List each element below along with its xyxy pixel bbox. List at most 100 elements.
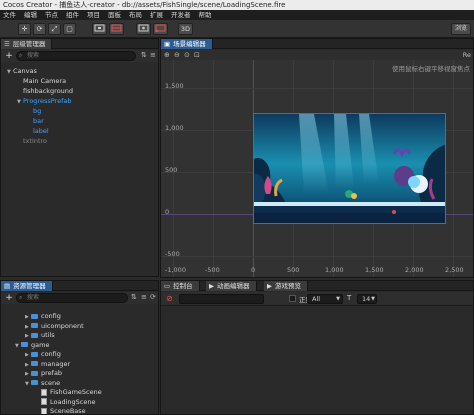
scene-file-icon (41, 398, 47, 405)
hierarchy-search-input[interactable]: ⌕ 搜索 (16, 51, 136, 61)
assets-icon: ▤ (4, 282, 11, 290)
asset-item[interactable]: ▼ game (15, 341, 49, 350)
hierarchy-node[interactable]: fishbackground (17, 87, 73, 95)
mode-3d-button[interactable]: 3D (178, 23, 193, 35)
tab-scene[interactable]: ▣ 场景编辑器 (161, 39, 213, 49)
add-node-button[interactable]: + (4, 51, 14, 61)
folder-icon (31, 323, 38, 328)
zoom-reset-icon[interactable]: ⊙ (184, 51, 190, 59)
search-icon: ⌕ (19, 52, 23, 59)
x-label-2000: 2,000 (405, 266, 424, 274)
tab-preview-label: 游戏预览 (275, 282, 301, 290)
global-local-button[interactable] (109, 23, 124, 35)
sort-icon[interactable]: ⇅ (131, 293, 137, 301)
hierarchy-node[interactable]: label (27, 127, 49, 135)
cocos-creator-window: Cocos Creator - 捕鱼达人-creator - db://asse… (0, 0, 474, 415)
hierarchy-node[interactable]: bar (27, 117, 44, 125)
asset-item[interactable]: ▼ scene (25, 379, 60, 388)
canvas-preview[interactable] (253, 113, 446, 224)
hierarchy-node[interactable]: ▼ Canvas (7, 67, 37, 76)
console-toolbar: ⊘ 正则 All ▼ T 14 ▼ (161, 292, 473, 306)
menu-item-3[interactable]: 组件 (66, 10, 79, 20)
menu-item-6[interactable]: 布局 (129, 10, 142, 20)
hierarchy-node-label: fishbackground (23, 87, 74, 95)
menu-item-7[interactable]: 扩展 (150, 10, 163, 20)
add-asset-button[interactable]: + (4, 293, 14, 303)
scene-file-icon (41, 407, 47, 414)
asset-item-label: game (31, 340, 50, 349)
refresh-icon[interactable]: ⟳ (150, 293, 156, 301)
hierarchy-node[interactable]: bg (27, 107, 41, 115)
menu-item-8[interactable]: 开发者 (171, 10, 191, 20)
tab-animation[interactable]: ▶ 动画编辑器 (206, 281, 257, 291)
asset-item-label: LoadingScene (50, 397, 96, 406)
scale-tool-button[interactable]: ⤢ (48, 23, 61, 35)
tab-console[interactable]: ▭ 控制台 (161, 281, 200, 291)
asset-item[interactable]: LoadingScene (35, 398, 95, 406)
asset-item[interactable]: SceneBase (35, 407, 86, 415)
toolbar: ✛ ⟳ ⤢ ▢ 3D 浏览 (0, 20, 474, 38)
clear-console-icon[interactable]: ⊘ (166, 294, 173, 303)
asset-item[interactable]: ▶ prefab (25, 369, 62, 378)
menu-item-4[interactable]: 项目 (87, 10, 100, 20)
menu-item-1[interactable]: 编辑 (24, 10, 37, 20)
hierarchy-node[interactable]: ▼ ProgressPrefab (17, 97, 71, 106)
log-level-value: All (312, 295, 321, 303)
collapse-icon[interactable]: ≡ (150, 51, 156, 59)
asset-item-label: prefab (41, 369, 63, 377)
scene-viewport[interactable]: 使用鼠标右键平移视窗焦点 1,500 1,000 500 0 -500 -1,0… (161, 60, 473, 277)
assets-search-input[interactable]: ⌕ 搜索 (16, 293, 128, 303)
sort-icon[interactable]: ⇅ (141, 51, 147, 59)
hierarchy-node[interactable]: txtIntro (17, 137, 47, 145)
asset-item[interactable]: FishGameScene (35, 388, 102, 396)
folder-icon (31, 370, 38, 376)
regex-checkbox[interactable] (289, 295, 296, 302)
pivot-anchor-button[interactable] (153, 23, 168, 35)
console-panel: ▭ 控制台 ▶ 动画编辑器 ▶ 游戏预览 ⊘ 正则 All ▼ T 14 ▼ (160, 280, 474, 415)
log-level-select[interactable]: All ▼ (307, 294, 343, 304)
asset-item[interactable]: ▶ config (25, 350, 61, 359)
asset-item[interactable]: ▶ manager (25, 360, 70, 369)
hierarchy-node-label: txtIntro (23, 137, 48, 145)
x-label-minus1000: -1,000 (165, 266, 186, 274)
scene-tool-hint: Re (462, 51, 471, 59)
assets-search-placeholder: 搜索 (27, 294, 40, 301)
asset-item[interactable]: ▶ utils (25, 331, 55, 340)
window-title: Cocos Creator - 捕鱼达人-creator - db://asse… (0, 0, 474, 10)
open-project-button[interactable]: 浏览 (451, 23, 471, 35)
asset-item[interactable]: ▶ uicomponent (25, 322, 84, 331)
zoom-in-icon[interactable]: ⊕ (164, 51, 170, 59)
folder-icon (31, 313, 38, 319)
menu-item-9[interactable]: 帮助 (199, 10, 212, 20)
tab-hierarchy[interactable]: ☰ 层级管理器 (1, 39, 53, 49)
menu-bar: 文件 编辑 节点 组件 项目 面板 布局 扩展 开发者 帮助 (0, 10, 474, 20)
move-tool-button[interactable]: ✛ (18, 23, 31, 35)
rotate-tool-button[interactable]: ⟳ (33, 23, 46, 35)
asset-item-label: SceneBase (50, 407, 86, 415)
asset-item-label: FishGameScene (50, 388, 102, 396)
x-label-0: 0 (251, 266, 256, 274)
hierarchy-node[interactable]: Main Camera (17, 77, 66, 85)
pivot-center-button[interactable] (136, 23, 151, 35)
y-label-1000: 1,000 (165, 124, 184, 132)
hierarchy-search-row: + ⌕ 搜索 ⇅ ≡ (1, 50, 158, 62)
collapse-icon[interactable]: ≡ (141, 293, 147, 301)
tab-assets[interactable]: ▤ 资源管理器 (1, 281, 53, 291)
anchor-icon (155, 24, 166, 33)
folder-icon (31, 361, 38, 366)
tab-preview[interactable]: ▶ 游戏预览 (264, 281, 308, 291)
font-size-select[interactable]: 14 ▼ (357, 294, 377, 304)
zoom-out-icon[interactable]: ⊖ (174, 51, 180, 59)
asset-item-label: scene (41, 378, 61, 387)
local-pivot-button[interactable] (92, 23, 107, 35)
console-filter-input[interactable] (179, 294, 264, 304)
zoom-fit-icon[interactable]: ⊡ (194, 51, 200, 59)
menu-item-5[interactable]: 面板 (108, 10, 121, 20)
pivot-icon (94, 24, 105, 32)
asset-item[interactable]: ▶ config (25, 312, 61, 321)
global-icon (111, 24, 122, 32)
chevron-down-icon: ▼ (371, 296, 375, 302)
rect-tool-button[interactable]: ▢ (63, 23, 76, 35)
menu-item-0[interactable]: 文件 (3, 10, 16, 20)
menu-item-2[interactable]: 节点 (45, 10, 58, 20)
